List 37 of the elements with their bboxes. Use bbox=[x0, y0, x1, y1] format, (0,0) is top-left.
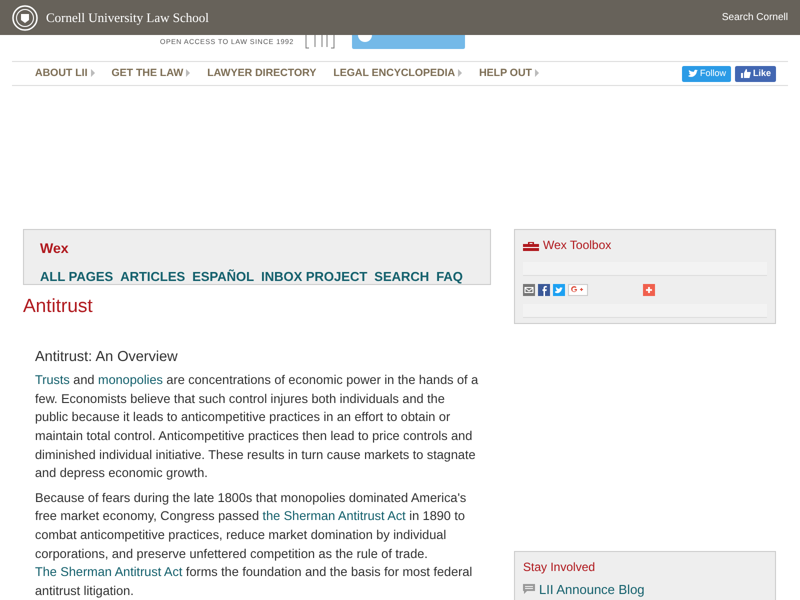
like-button[interactable]: Like bbox=[734, 66, 776, 82]
facebook-icon bbox=[538, 284, 550, 296]
toolbox-icon bbox=[523, 240, 539, 250]
text-link[interactable]: monopolies bbox=[98, 373, 163, 388]
nav-link[interactable]: GET THE LAW bbox=[112, 66, 190, 82]
nav-link[interactable]: HELP OUT bbox=[479, 66, 539, 82]
wex-link[interactable]: SEARCH bbox=[374, 267, 430, 286]
speech-bubble-icon bbox=[523, 584, 535, 596]
wex-link[interactable]: FAQ bbox=[436, 267, 463, 286]
text-link[interactable]: the Sherman Antitrust Act bbox=[262, 509, 406, 524]
wex-link[interactable]: ARTICLES bbox=[120, 267, 186, 286]
support-button[interactable] bbox=[352, 35, 465, 49]
wex-title: Wex bbox=[40, 239, 70, 258]
twitter-icon bbox=[553, 284, 565, 296]
text-link[interactable]: Trusts bbox=[35, 373, 70, 388]
wex-link[interactable]: ESPAÑOL bbox=[192, 267, 254, 286]
nav-link[interactable]: LEGAL ENCYCLOPEDIA bbox=[333, 66, 462, 82]
bird-icon bbox=[686, 68, 698, 79]
page-title: Antitrust bbox=[23, 295, 94, 319]
school-name[interactable]: Cornell University Law School bbox=[46, 8, 209, 28]
paragraph: Because of fears during the late 1800s that monopolies dominated America's free market economy, Congress passed the Sherman Antitrust Act in 1890 to combat anticompetitive practices, reduce market domination by individual corporations, and preserve unfettered competition as the rule of trade. The Sherman Antitrust Act forms the foundation and the basis for most federal antitrust litigation. bbox=[35, 490, 474, 600]
paragraph: Trusts and monopolies are concentrations of economic power in the hands of a few. Economists believe that such control injures both individuals and the public because it leads to anticompetitive practices in an effort to obtain or maintain total control. Anticompetitive practices then lead to price controls and diminished individual initiative. These results in turn cause markets to stagnate and depress economic growth. bbox=[35, 372, 480, 482]
thumbs-up-icon bbox=[740, 68, 751, 79]
panel-title: Stay Involved bbox=[523, 559, 596, 576]
plus-icon bbox=[643, 284, 655, 296]
toolbox-title: Wex Toolbox bbox=[543, 237, 612, 254]
wex-link[interactable]: INBOX PROJECT bbox=[261, 267, 368, 286]
wex-link[interactable]: ALL PAGES bbox=[40, 267, 114, 286]
search-link[interactable]: Search Cornell bbox=[722, 10, 788, 25]
nav-link[interactable]: LAWYER DIRECTORY bbox=[207, 66, 316, 82]
text-link[interactable]: The Sherman Antitrust Act bbox=[35, 565, 182, 580]
google-plus-icon bbox=[568, 284, 588, 296]
blog-link[interactable]: LII Announce Blog bbox=[539, 580, 645, 600]
university-seal-icon bbox=[12, 4, 38, 30]
email-icon bbox=[523, 284, 535, 296]
article-heading: Antitrust: An Overview bbox=[35, 348, 179, 366]
nav-link[interactable]: ABOUT LII bbox=[35, 66, 94, 82]
